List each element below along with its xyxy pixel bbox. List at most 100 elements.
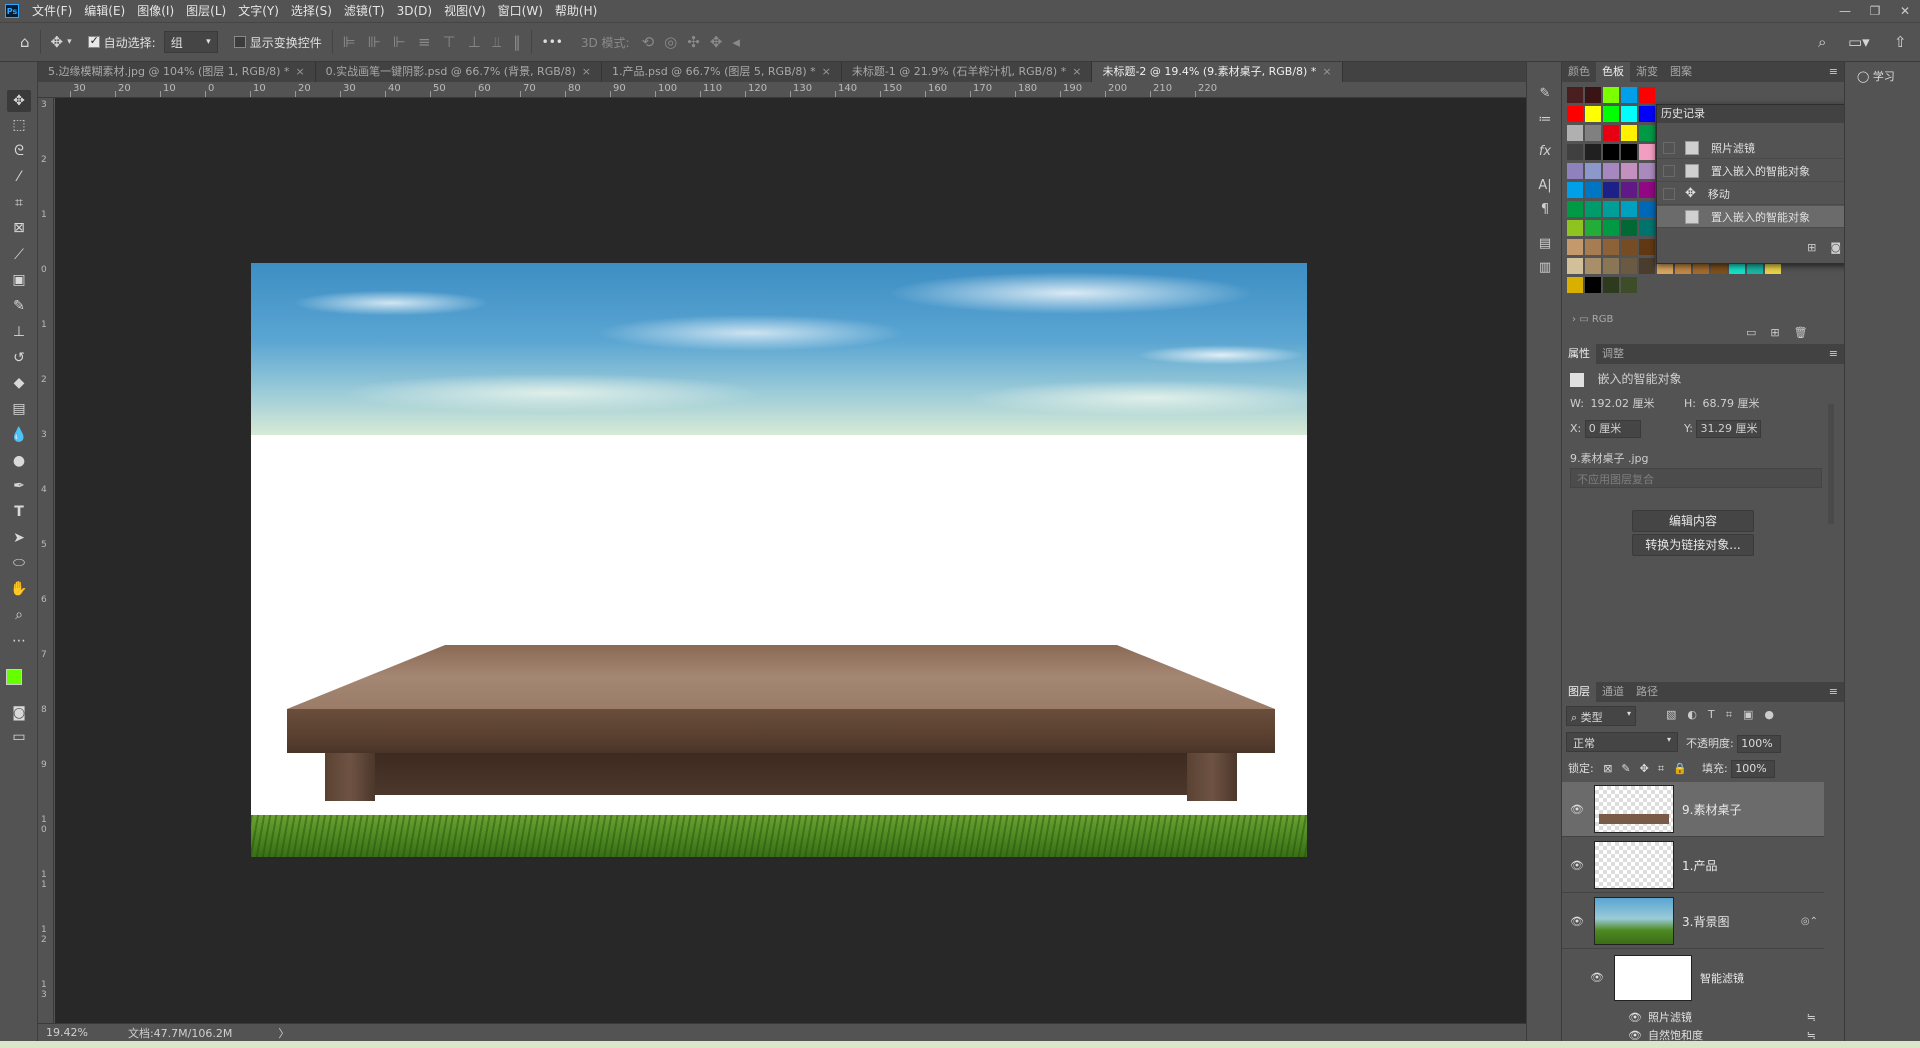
layer-comp-select[interactable]: 不应用图层复合: [1570, 468, 1822, 488]
color-swatch[interactable]: [1567, 163, 1583, 179]
eye-icon[interactable]: 👁: [1588, 971, 1606, 984]
smart-filter-icon[interactable]: ▣: [1743, 708, 1764, 721]
show-transform-check-icon[interactable]: [233, 36, 246, 48]
brush-tool-icon[interactable]: ✎: [7, 295, 31, 317]
stamp-tool-icon[interactable]: ⊥: [7, 321, 31, 343]
history-snapshot-box[interactable]: [1663, 164, 1675, 177]
notes-icon[interactable]: ▥: [1536, 258, 1554, 276]
blend-mode-select[interactable]: 正常 ▾: [1566, 732, 1678, 752]
screen-mode-icon[interactable]: ▭: [7, 726, 31, 748]
eyedropper-tool-icon[interactable]: ⟋: [7, 244, 31, 266]
filter-toggle-icon[interactable]: ●: [1764, 708, 1785, 721]
menu-help[interactable]: 帮助(H): [549, 0, 603, 22]
color-swatch[interactable]: [1567, 220, 1583, 236]
slide-3d-icon[interactable]: ✥: [710, 33, 723, 51]
layer-filter-select[interactable]: ⌕ 类型 ▾: [1566, 706, 1636, 726]
canvas-area[interactable]: [55, 98, 1526, 1023]
color-swatch[interactable]: [1603, 277, 1619, 293]
close-button[interactable]: ✕: [1890, 0, 1920, 22]
show-transform-checkbox[interactable]: 显示变换控件: [233, 34, 322, 51]
adjustment-filter-icon[interactable]: ◐: [1687, 708, 1708, 721]
color-swatch[interactable]: [1567, 87, 1583, 103]
color-swatch[interactable]: [1567, 239, 1583, 255]
panel-menu-icon[interactable]: ≡: [1829, 685, 1838, 698]
new-document-from-state-icon[interactable]: ⊞: [1807, 241, 1830, 254]
layer-row[interactable]: 👁 1.产品: [1562, 838, 1824, 893]
smart-filter-row[interactable]: 👁 智能滤镜: [1562, 950, 1824, 1005]
color-swatch[interactable]: [1603, 239, 1619, 255]
opacity-input[interactable]: 100%: [1737, 735, 1782, 753]
restore-button[interactable]: ❐: [1860, 0, 1890, 22]
distribute-icon[interactable]: ≡: [418, 33, 431, 51]
color-swatch[interactable]: [1603, 106, 1619, 122]
delete-icon[interactable]: 🗑: [1794, 326, 1822, 339]
color-swatch[interactable]: [1585, 106, 1601, 122]
align-middle-icon[interactable]: ⊥: [468, 33, 481, 51]
workspace-icon[interactable]: ▭▾: [1848, 33, 1870, 51]
zoom-level[interactable]: 19.42%: [46, 1026, 88, 1039]
color-swatch[interactable]: [1603, 201, 1619, 217]
color-swatch[interactable]: [1603, 144, 1619, 160]
menu-filter[interactable]: 滤镜(T): [338, 0, 391, 22]
menu-3d[interactable]: 3D(D): [391, 0, 438, 22]
color-swatch[interactable]: [1567, 182, 1583, 198]
color-swatch[interactable]: [1639, 239, 1655, 255]
menu-layer[interactable]: 图层(L): [180, 0, 232, 22]
path-select-tool-icon[interactable]: ➤: [7, 527, 31, 549]
dodge-tool-icon[interactable]: ●: [7, 450, 31, 472]
color-swatch[interactable]: [1621, 182, 1637, 198]
color-swatch[interactable]: [1585, 201, 1601, 217]
color-swatch[interactable]: [1621, 144, 1637, 160]
eye-icon[interactable]: 👁: [1628, 1029, 1642, 1042]
color-swatch[interactable]: [1603, 125, 1619, 141]
pan-3d-icon[interactable]: ✣: [687, 33, 700, 51]
color-swatch[interactable]: [1585, 277, 1601, 293]
vertical-ruler[interactable]: 3 2 1 0 1 2 3 4 5 6 7 8 9 10 11 12 13: [38, 98, 54, 1023]
lock-icons[interactable]: ⊠✎✥⌗🔒: [1603, 762, 1696, 775]
close-icon[interactable]: ×: [1072, 65, 1081, 78]
align-bottom-icon[interactable]: ⫫: [493, 33, 501, 51]
home-icon[interactable]: ⌂: [20, 33, 30, 51]
eraser-tool-icon[interactable]: ◆: [7, 372, 31, 394]
hand-tool-icon[interactable]: ✋: [7, 578, 31, 600]
type-filter-icon[interactable]: T: [1708, 708, 1726, 721]
filter-name[interactable]: 照片滤镜: [1648, 1009, 1692, 1025]
horizontal-ruler[interactable]: 30 20 10 0 10 20 30 40 50 60 70 80 90 100 110 120 130 140…: [38, 82, 1526, 98]
character-icon[interactable]: A|: [1536, 176, 1554, 194]
w-value[interactable]: 192.02 厘米: [1587, 396, 1657, 414]
history-snapshot-box[interactable]: [1663, 187, 1675, 200]
tab-channels[interactable]: 通道: [1596, 682, 1630, 702]
auto-select-checkbox[interactable]: 自动选择:: [87, 34, 156, 51]
tab-paths[interactable]: 路径: [1630, 682, 1664, 702]
align-right-icon[interactable]: ⊩: [393, 33, 406, 51]
pen-tool-icon[interactable]: ✒: [7, 475, 31, 497]
roll-3d-icon[interactable]: ◎: [664, 33, 677, 51]
color-swatch[interactable]: [1585, 163, 1601, 179]
frame-tool-icon[interactable]: ⊠: [7, 217, 31, 239]
zoom-tool-icon[interactable]: ⌕: [7, 604, 31, 626]
color-swatch[interactable]: [1603, 220, 1619, 236]
healing-tool-icon[interactable]: ▣: [7, 269, 31, 291]
minimize-button[interactable]: —: [1830, 0, 1860, 22]
convert-to-linked-button[interactable]: 转换为链接对象...: [1632, 534, 1754, 556]
eye-icon[interactable]: 👁: [1568, 915, 1586, 928]
doc-tab-active[interactable]: 未标题-2 @ 19.4% (9.素材桌子, RGB/8) * ×: [1092, 62, 1343, 82]
color-swatch[interactable]: [1585, 182, 1601, 198]
color-swatch[interactable]: [1585, 144, 1601, 160]
doc-tab[interactable]: 0.实战画笔一键阴影.psd @ 66.7% (背景, RGB/8) ×: [316, 62, 602, 82]
crop-tool-icon[interactable]: ⌗: [7, 192, 31, 214]
color-swatch[interactable]: [1621, 239, 1637, 255]
close-icon[interactable]: ×: [1322, 65, 1331, 78]
learn-button[interactable]: ◯ 学习: [1857, 68, 1895, 84]
tab-layers[interactable]: 图层: [1562, 682, 1596, 702]
move-tool-icon[interactable]: ✥: [7, 90, 31, 112]
color-swatch[interactable]: [1567, 125, 1583, 141]
color-swatch[interactable]: [1603, 258, 1619, 274]
share-icon[interactable]: ⇧: [1894, 33, 1907, 51]
marquee-tool-icon[interactable]: ⬚: [7, 114, 31, 136]
menu-type[interactable]: 文字(Y): [232, 0, 285, 22]
color-swatch[interactable]: [1567, 144, 1583, 160]
panel-menu-icon[interactable]: ≡: [1829, 347, 1838, 360]
color-swatch[interactable]: [1621, 163, 1637, 179]
orbit-3d-icon[interactable]: ⟲: [642, 33, 655, 51]
